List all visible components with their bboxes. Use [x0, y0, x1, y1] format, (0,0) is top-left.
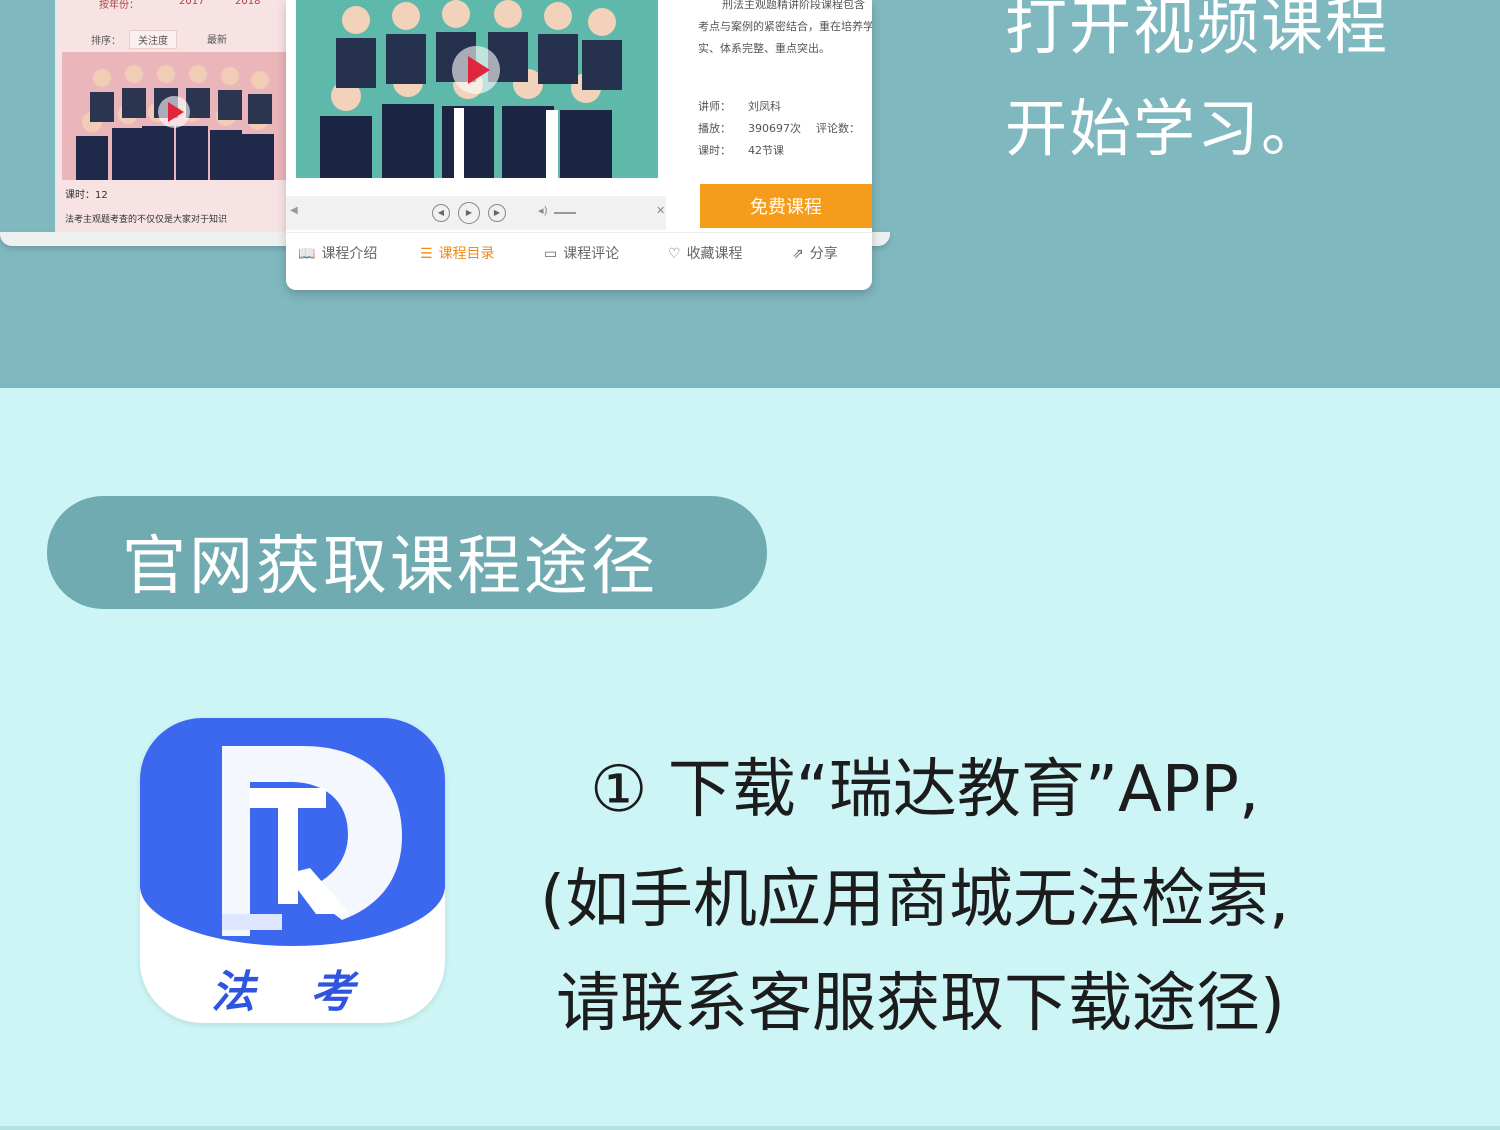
step-line-1: ① 下载“瑞达教育”APP, — [590, 753, 1260, 827]
heart-icon: ♡ — [668, 246, 681, 262]
r-logo-icon — [222, 746, 402, 936]
comments-label: 评论数： — [816, 122, 860, 135]
teacher-group-photo — [296, 0, 658, 178]
tab-course-comments[interactable]: ▭ 课程评论 — [544, 243, 619, 263]
course-player-window: ◀ ◀ ▶ ▶ ◂) ✕ 刑法主观题精讲阶段课程包含 考点与案例的紧密结合，重在… — [286, 0, 872, 290]
top-banner: 按年份： 2017 2018 排序： 关注度 最新 课时：12 法考主观题考查的… — [0, 0, 1500, 388]
free-course-button[interactable]: 免费课程 — [700, 184, 872, 228]
sort-hot-tab[interactable]: 关注度 — [129, 30, 177, 49]
rewind-icon[interactable]: ◀ — [432, 204, 450, 222]
fullscreen-icon[interactable]: ✕ — [656, 204, 665, 217]
year-option[interactable]: 2018 — [235, 0, 260, 7]
course-summary: 实、体系完整、重点突出。 — [698, 42, 830, 55]
prev-icon[interactable]: ◀ — [290, 205, 298, 216]
plays-count: 390697次 — [748, 122, 801, 135]
tab-share[interactable]: ⇗ 分享 — [792, 243, 838, 263]
divider — [0, 1126, 1500, 1130]
course-info-panel: 刑法主观题精讲阶段课程包含 考点与案例的紧密结合，重在培养学 实、体系完整、重点… — [696, 0, 872, 180]
hero-line-2: 开始学习。 — [1005, 92, 1326, 165]
course-thumbnail[interactable] — [62, 52, 287, 180]
share-icon: ⇗ — [792, 246, 804, 262]
teacher-group-photo — [62, 52, 287, 180]
book-icon: 📖 — [298, 246, 316, 262]
lesson-count: 课时：12 — [65, 190, 108, 201]
lessons-count: 42节课 — [748, 144, 784, 157]
course-description: 法考主观题考查的不仅仅是大家对于知识 — [65, 215, 228, 225]
hero-line-1: 打开视频课程 — [1005, 0, 1390, 63]
play-icon[interactable]: ▶ — [458, 202, 480, 224]
lessons-label: 课时： — [698, 144, 731, 157]
list-icon: ☰ — [420, 246, 433, 262]
course-tabs: 📖 课程介绍 ☰ 课程目录 ▭ 课程评论 ♡ 收藏课程 ⇗ 分享 — [286, 232, 872, 271]
teacher-name: 刘凤科 — [748, 100, 781, 113]
teacher-label: 讲师： — [698, 100, 731, 113]
step-line-2: (如手机应用商城无法检索, — [540, 863, 1290, 937]
course-summary: 刑法主观题精讲阶段课程包含 — [722, 0, 865, 11]
video-area[interactable] — [296, 0, 658, 178]
year-option[interactable]: 2017 — [179, 0, 204, 7]
section-title: 官网获取课程途径 — [122, 530, 658, 604]
year-filter-label: 按年份： — [99, 0, 139, 11]
app-icon-label: 法 考 — [210, 967, 375, 1018]
sort-new-tab[interactable]: 最新 — [199, 30, 235, 47]
forward-icon[interactable]: ▶ — [488, 204, 506, 222]
ruida-app-icon: 法 考 — [140, 718, 445, 1023]
volume-icon[interactable]: ◂) — [538, 204, 548, 217]
volume-slider[interactable] — [554, 212, 576, 214]
plays-label: 播放： — [698, 122, 731, 135]
comment-icon: ▭ — [544, 246, 558, 262]
sort-label: 排序： — [91, 36, 121, 47]
mobile-screen: 按年份： 2017 2018 排序： 关注度 最新 课时：12 法考主观题考查的… — [55, 0, 292, 232]
course-summary: 考点与案例的紧密结合，重在培养学 — [698, 20, 872, 33]
tab-favorite-course[interactable]: ♡ 收藏课程 — [668, 243, 743, 263]
video-controls: ◀ ◀ ▶ ▶ ◂) ✕ — [286, 196, 666, 230]
tab-course-intro[interactable]: 📖 课程介绍 — [298, 243, 377, 263]
step-line-3: 请联系客服获取下载途径) — [556, 967, 1285, 1041]
tab-course-catalog[interactable]: ☰ 课程目录 — [420, 243, 495, 263]
